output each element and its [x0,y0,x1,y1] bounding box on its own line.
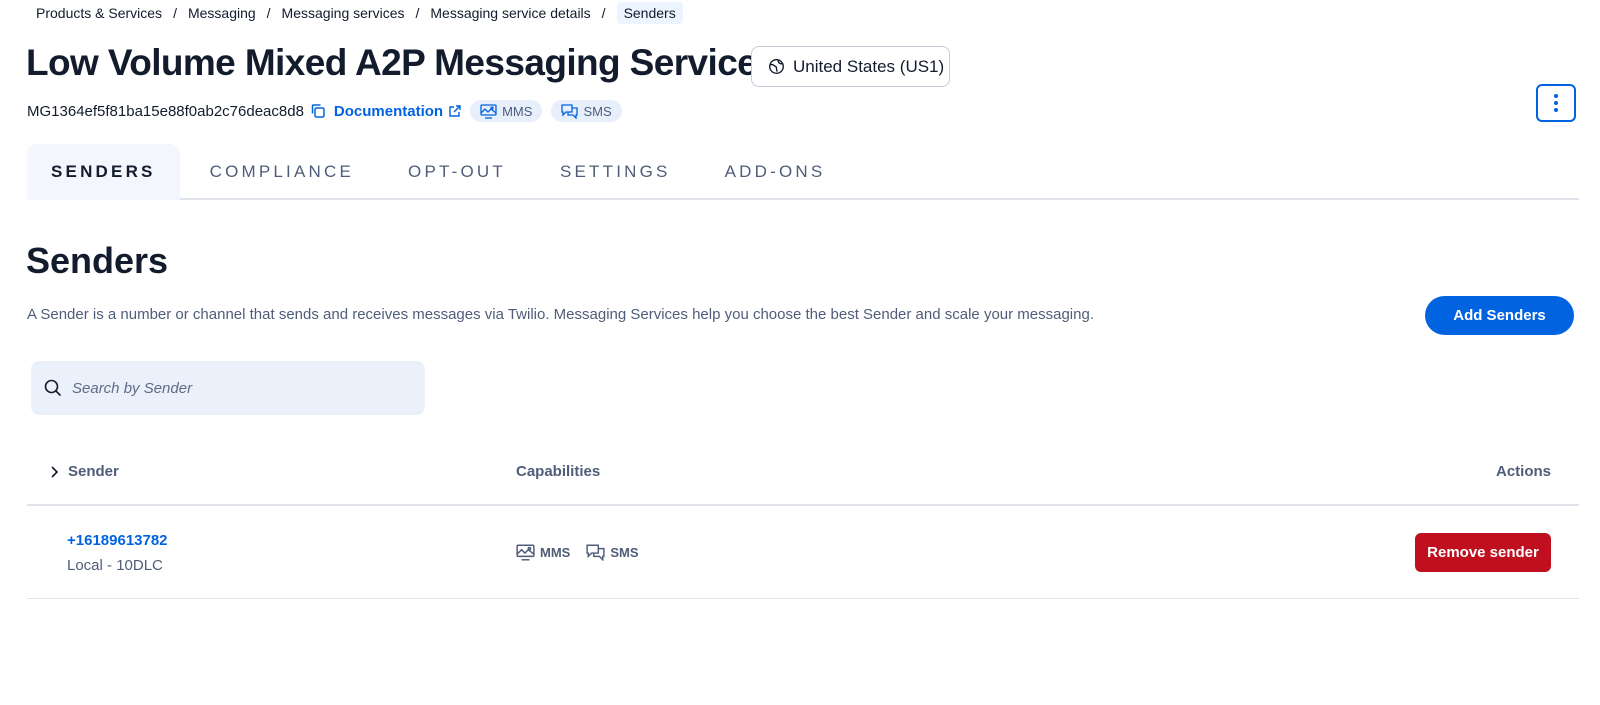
globe-icon [769,59,784,74]
chat-bubbles-icon [586,544,605,561]
copy-icon[interactable] [310,103,326,119]
image-message-icon [480,103,497,119]
tab-opt-out[interactable]: OPT-OUT [408,144,506,200]
external-link-icon [448,104,462,118]
breadcrumb-item-products-services[interactable]: Products & Services [36,5,162,21]
chat-bubbles-icon [561,103,579,119]
region-badge: United States (US1) [751,46,950,87]
breadcrumb-item-messaging[interactable]: Messaging [188,5,256,21]
breadcrumb-separator: / [173,4,177,21]
tab-compliance[interactable]: COMPLIANCE [210,144,354,200]
sender-phone-link[interactable]: +16189613782 [67,532,168,549]
table-row: +16189613782 Local - 10DLC MMS SMS Remov… [27,506,1579,599]
service-meta: MG1364ef5f81ba15e88f0ab2c76deac8d8 Docum… [27,99,631,123]
tab-bar: SENDERS COMPLIANCE OPT-OUT SETTINGS ADD-… [27,144,1579,200]
breadcrumb-separator: / [601,4,606,21]
search-icon [44,379,62,397]
sms-badge-label: SMS [583,103,612,119]
mms-badge: MMS [470,100,543,122]
breadcrumb-current-senders: Senders [616,1,683,24]
region-label: United States (US1) [793,56,945,76]
mms-badge-label: MMS [502,103,533,119]
kebab-menu-icon [1554,94,1558,112]
chevron-right-icon[interactable] [49,465,59,478]
image-message-icon [516,544,535,561]
breadcrumb-separator: / [415,4,420,21]
add-senders-button[interactable]: Add Senders [1425,296,1574,335]
column-header-sender-label: Sender [68,463,119,480]
capability-sms-label: SMS [610,545,639,560]
capability-mms-label: MMS [540,545,571,560]
page-title: Low Volume Mixed A2P Messaging Service [26,42,758,83]
tab-senders[interactable]: SENDERS [27,144,180,200]
search-input[interactable] [72,379,392,397]
more-options-button[interactable] [1536,84,1576,122]
senders-section-title: Senders [26,240,169,281]
tab-settings[interactable]: SETTINGS [560,144,671,200]
breadcrumb-item-messaging-service-details[interactable]: Messaging service details [430,5,590,21]
column-header-actions: Actions [1495,463,1551,480]
breadcrumb-item-messaging-services[interactable]: Messaging services [282,5,405,21]
tab-add-ons[interactable]: ADD-ONS [725,144,826,200]
sms-badge: SMS [551,100,622,122]
table-header: Sender Capabilities Actions [27,445,1579,506]
breadcrumb: Products & Services / Messaging / Messag… [36,0,683,25]
capability-sms: SMS [586,544,639,561]
documentation-link[interactable]: Documentation [334,103,443,120]
sender-type: Local - 10DLC [67,557,163,574]
service-sid: MG1364ef5f81ba15e88f0ab2c76deac8d8 [27,102,304,120]
column-header-capabilities: Capabilities [516,463,601,480]
capability-mms: MMS [516,544,570,561]
senders-description: A Sender is a number or channel that sen… [27,306,1094,323]
breadcrumb-separator: / [266,4,271,21]
search-box [31,361,425,415]
column-header-sender: Sender [49,463,119,480]
sender-capabilities: MMS SMS [516,544,655,561]
remove-sender-button[interactable]: Remove sender [1415,533,1551,572]
